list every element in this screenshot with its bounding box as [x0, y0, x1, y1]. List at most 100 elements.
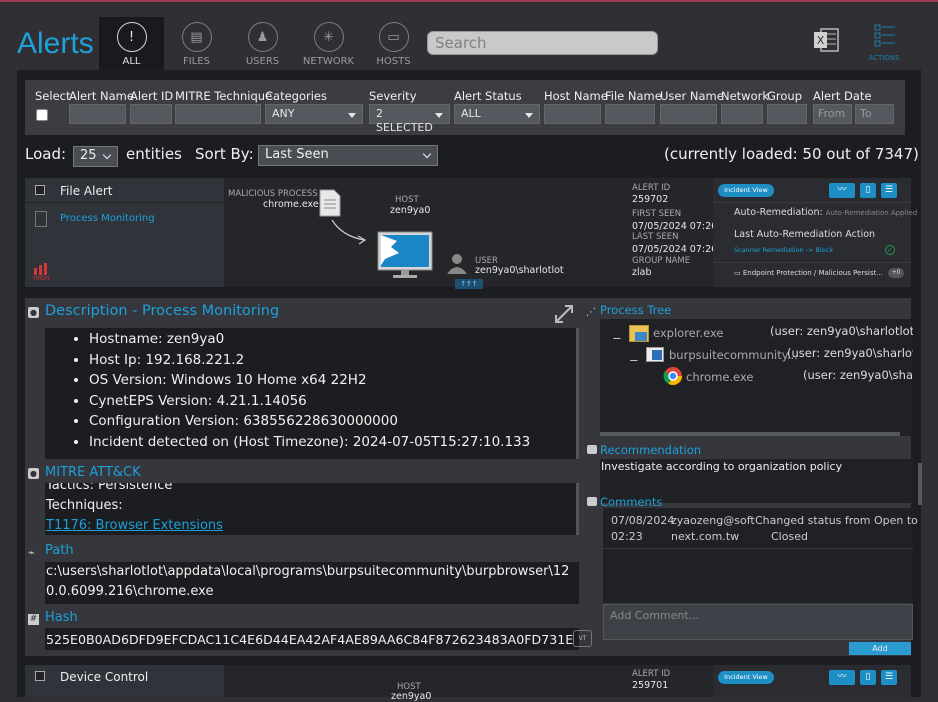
alert-subcategory[interactable]: Process Monitoring [60, 213, 155, 224]
description-title: Description - Process Monitoring [45, 303, 280, 319]
date-from-input[interactable]: From [813, 104, 852, 124]
hash-icon: # [28, 614, 39, 625]
load-count-select[interactable]: 25 [73, 146, 118, 167]
filter-bar: Select Alert Name Alert ID MITRE Techniq… [25, 80, 905, 135]
alert-id: 259701 [632, 680, 669, 691]
mitre-box: Tactics: Persistence Techniques: T1176: … [45, 483, 579, 535]
description-box: Hostname: zen9ya0 Host Ip: 192.168.221.2… [45, 328, 579, 459]
process-name[interactable]: chrome.exe [263, 199, 319, 210]
chrome-icon [663, 366, 683, 390]
loaded-summary: (currently loaded: 50 out of 7347) [664, 145, 919, 163]
svg-text:X: X [817, 34, 825, 47]
mitre-title: MITRE ATT&CK [45, 465, 141, 480]
plus-count-badge[interactable]: +0 [888, 268, 904, 278]
file-name-input[interactable] [605, 104, 655, 124]
alert-name-input[interactable] [69, 104, 126, 124]
technique-link[interactable]: T1176: Browser Extensions [45, 516, 576, 535]
comment-icon: ● [28, 468, 39, 479]
alert-id-input[interactable] [130, 104, 172, 124]
check-icon: ✓ [885, 245, 895, 255]
clipboard-icon[interactable]: ▯ [860, 670, 876, 685]
top-accent-line [0, 0, 938, 2]
last-seen: 07/05/2024 07:26 [632, 244, 718, 255]
group-input[interactable] [767, 104, 807, 124]
actions-button[interactable]: ACTIONS [866, 22, 902, 62]
folder-icon [629, 325, 649, 342]
alert-category: File Alert [60, 184, 113, 198]
host-name-input[interactable] [544, 104, 601, 124]
collapse-icon[interactable]: − [629, 353, 639, 367]
incident-view-button[interactable]: Incident View [718, 671, 774, 684]
date-to-input[interactable]: To [855, 104, 894, 124]
incident-view-button[interactable]: Incident View [718, 184, 774, 197]
process-node[interactable]: explorer.exe [653, 326, 724, 340]
tab-all[interactable]: ! ALL [99, 17, 164, 70]
process-node[interactable]: chrome.exe [686, 370, 753, 384]
process-tree-box: − explorer.exe (user: zen9ya0\sharlotlot… [600, 319, 913, 436]
hash-title: Hash [45, 610, 78, 625]
process-tree-title: Process Tree [600, 303, 672, 317]
tab-users[interactable]: ♟ USERS [230, 17, 295, 70]
file-icon: ▤ [181, 22, 212, 52]
list-item: Host Ip: 192.168.221.2 [89, 350, 576, 371]
alert-card[interactable]: File Alert Process Monitoring HIGH MALIC… [25, 178, 917, 289]
severity-select[interactable]: 2 SELECTED [369, 104, 450, 134]
comments-list: 07/08/2024 02:23 zyaozeng@soft next.com.… [603, 508, 918, 603]
users-icon: ♟ [247, 22, 278, 52]
process-node[interactable]: burpsuitecommunity... [669, 348, 798, 362]
tab-files[interactable]: ▤ FILES [164, 17, 229, 70]
network-input[interactable] [721, 104, 763, 124]
expand-icon[interactable] [553, 303, 575, 329]
infected-monitor-icon [377, 231, 433, 283]
network-icon: ✳ [313, 22, 344, 52]
user-icon [446, 252, 468, 278]
list-item: Incident detected on (Host Timezone): 20… [89, 432, 576, 453]
severity-label: HIGH [33, 274, 50, 282]
alert-card[interactable]: Device Control HOST zen9ya0 ALERT ID 259… [25, 665, 911, 702]
clipboard-icon[interactable]: ▯ [860, 183, 876, 198]
alert-id: 259702 [632, 194, 669, 205]
excel-export-icon[interactable]: X [812, 26, 840, 54]
monitor-icon: ▭ [734, 269, 741, 277]
list-item: OS Version: Windows 10 Home x64 22H2 [89, 370, 576, 391]
tree-icon: ⋰ [586, 307, 596, 318]
user-name[interactable]: zen9ya0\sharlotlot [475, 265, 564, 276]
process-arrow-icon [331, 219, 367, 245]
first-seen: 07/05/2024 07:26 [632, 221, 718, 232]
categories-select[interactable]: ANY [265, 104, 363, 124]
add-comment-button[interactable]: Add [849, 642, 911, 655]
user-name-input[interactable] [660, 104, 717, 124]
tab-network[interactable]: ✳ NETWORK [296, 17, 361, 70]
mitre-technique-input[interactable] [175, 104, 261, 124]
document-icon [319, 189, 341, 221]
activity-icon[interactable]: 〰 [829, 183, 855, 198]
group-name: zlab [632, 267, 652, 278]
alert-status-select[interactable]: ALL [454, 104, 540, 124]
sort-by-select[interactable]: Last Seen [258, 145, 438, 166]
list-item: Configuration Version: 63855622863000000… [89, 411, 576, 432]
list-icon[interactable]: ☰ [881, 670, 897, 685]
path-icon: ⌁ [28, 546, 35, 559]
vertical-scrollbar[interactable] [918, 463, 922, 505]
activity-icon[interactable]: 〰 [829, 670, 855, 685]
alert-checkbox[interactable] [35, 185, 45, 195]
path-box: c:\users\sharlotlot\appdata\local\progra… [45, 562, 579, 604]
alert-checkbox[interactable] [35, 671, 45, 681]
select-all-checkbox[interactable] [36, 109, 48, 121]
page-title: Alerts [17, 27, 94, 60]
expand-button[interactable]: ↑↑↑ [455, 279, 483, 289]
comments-title: Comments [600, 495, 663, 509]
file-icon [35, 211, 47, 227]
list-item: Hostname: zen9ya0 [89, 329, 576, 350]
alert-icon: ! [116, 22, 147, 52]
alert-category: Device Control [60, 670, 149, 684]
host-name[interactable]: zen9ya0 [390, 205, 430, 216]
collapse-icon[interactable]: − [612, 331, 622, 345]
tab-hosts[interactable]: ▭ HOSTS [361, 17, 426, 70]
search-input[interactable]: Search [427, 31, 658, 55]
hash-box: 525E0B0AD6DFD9EFCDAC11C4E6D44EA42AF4AE89… [45, 628, 579, 650]
list-icon[interactable]: ☰ [881, 183, 897, 198]
virustotal-icon[interactable]: VT [573, 630, 592, 647]
add-comment-input[interactable]: Add Comment... [603, 604, 913, 640]
horizontal-scrollbar[interactable] [600, 432, 900, 436]
